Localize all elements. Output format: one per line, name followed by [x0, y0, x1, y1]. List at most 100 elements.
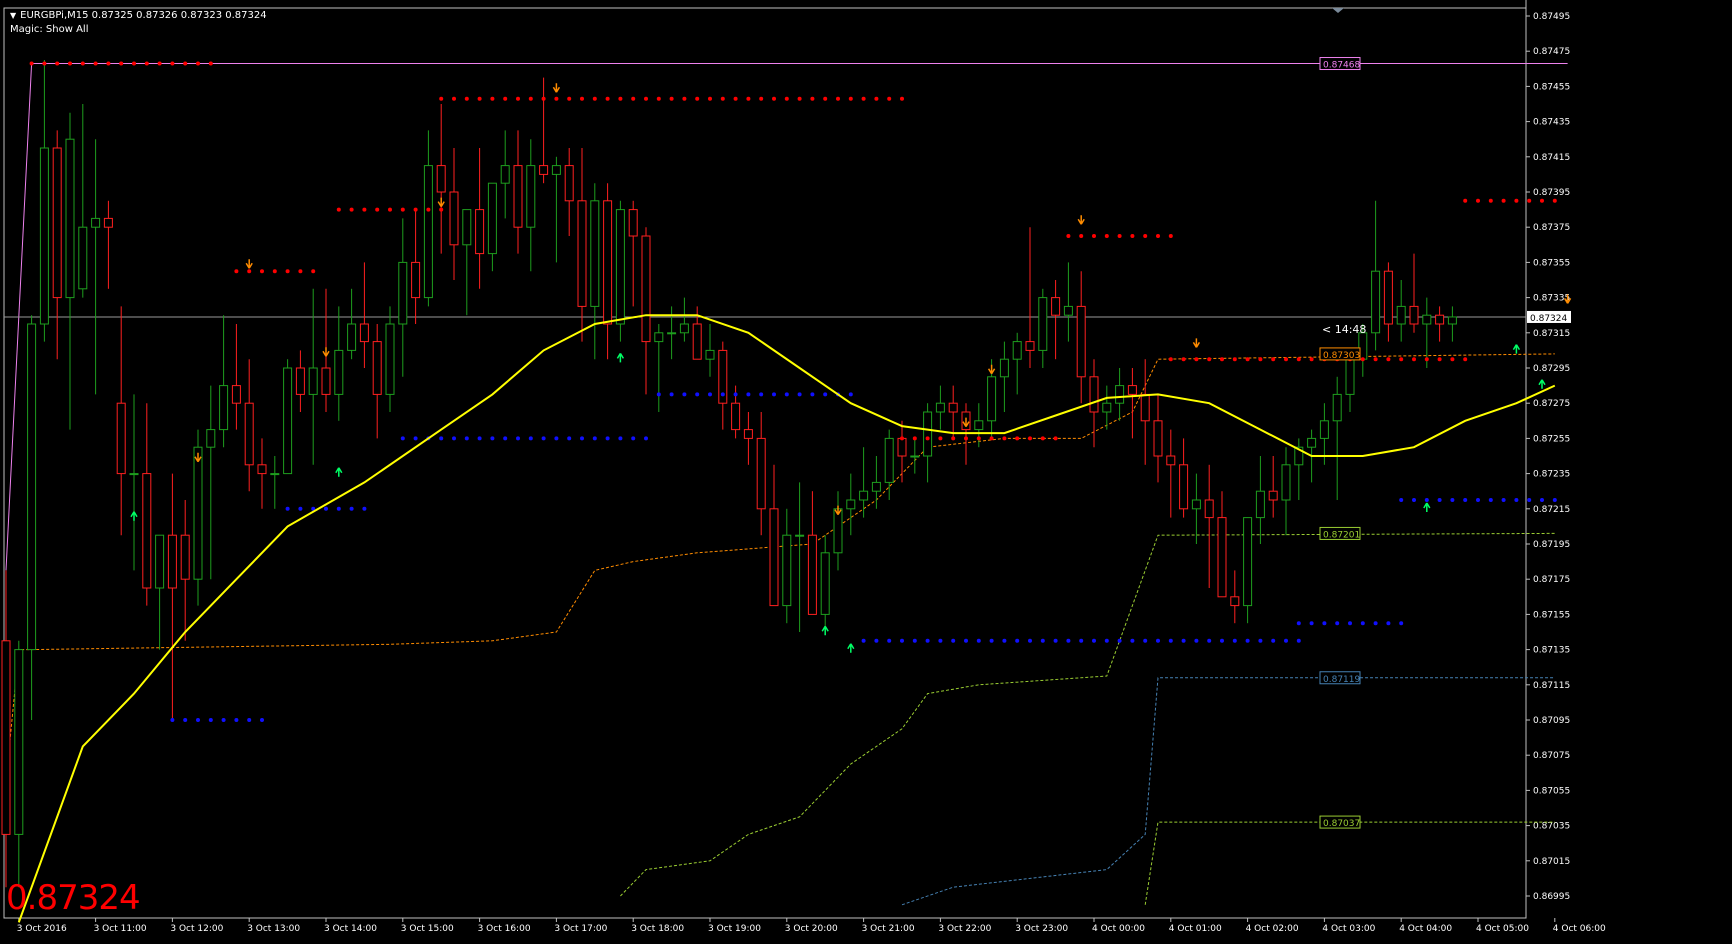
resistance-dot [1424, 357, 1429, 362]
symbol-header-text: EURGBPi,M15 0.87325 0.87326 0.87323 0.87… [20, 10, 267, 21]
blue-envelope-line [901, 677, 1555, 906]
resistance-dot [106, 61, 111, 66]
candle-body [500, 165, 510, 184]
resistance-dot [618, 96, 623, 101]
resistance-dot [1168, 234, 1173, 238]
resistance-dot [1245, 357, 1250, 362]
up-arrow-icon [821, 625, 829, 636]
support-dot [1424, 498, 1429, 502]
resistance-dot [1092, 234, 1096, 238]
resistance-dot [1501, 198, 1506, 203]
candle-body [244, 402, 254, 466]
bar-countdown: < 14:48 [1322, 323, 1367, 336]
level-label: 0.87201 [1323, 530, 1360, 540]
support-dot [1501, 498, 1506, 502]
candle-body [795, 534, 805, 537]
y-tick-label: 0.87395 [1533, 188, 1570, 198]
candle-body [1345, 358, 1355, 395]
candle-body [1025, 341, 1035, 351]
support-dot [260, 718, 264, 722]
resistance-dot [260, 269, 264, 274]
resistance-dot [1284, 357, 1288, 362]
support-dot [1514, 498, 1519, 502]
candle-body [1230, 596, 1240, 607]
candle-body [423, 165, 433, 299]
support-dot [938, 638, 943, 643]
x-tick-label: 3 Oct 19:00 [708, 924, 761, 934]
candle-body [436, 165, 446, 193]
candle-body [1422, 314, 1432, 325]
resistance-dot [1386, 357, 1391, 362]
resistance-dot [1463, 357, 1468, 362]
resistance-dot [874, 96, 879, 101]
candle-body [1371, 270, 1381, 334]
scroll-marker-icon [1332, 8, 1344, 13]
support-dot [592, 436, 597, 441]
candle-body [52, 147, 62, 299]
candle-body [411, 261, 421, 299]
resistance-dot [1552, 198, 1557, 203]
candle-body [897, 437, 907, 457]
support-dot [1476, 498, 1480, 502]
support-dot [452, 436, 456, 441]
support-dot [439, 436, 444, 441]
support-dot [1156, 638, 1160, 643]
candle-body [615, 209, 625, 325]
candle-body [910, 455, 920, 458]
support-dot [976, 638, 981, 643]
resistance-dot [452, 96, 456, 101]
candle-body [1217, 517, 1227, 598]
x-tick-label: 4 Oct 05:00 [1476, 924, 1529, 934]
up-arrow-icon [130, 511, 138, 521]
x-tick-label: 4 Oct 02:00 [1246, 924, 1299, 934]
candle-body [769, 508, 779, 607]
support-dot [1437, 498, 1442, 502]
support-dot [554, 436, 559, 441]
x-tick-label: 3 Oct 22:00 [938, 924, 991, 934]
resistance-dot [1002, 436, 1007, 441]
resistance-dot [951, 436, 956, 441]
support-dot [797, 392, 802, 397]
resistance-dot [656, 96, 661, 101]
resistance-dot [554, 96, 559, 101]
resistance-dot [644, 96, 648, 101]
candle-body [577, 200, 587, 307]
candle-body [526, 165, 536, 228]
candle-body [513, 165, 523, 228]
candle-body [283, 367, 293, 475]
candle-body [692, 323, 702, 360]
y-tick-label: 0.87235 [1533, 470, 1570, 480]
support-dot [1002, 638, 1007, 643]
candle-body [270, 473, 280, 476]
support-dot [669, 392, 674, 397]
support-dot [298, 506, 303, 511]
resistance-dot [516, 96, 520, 101]
resistance-dot [1258, 357, 1263, 362]
support-dot [1130, 638, 1135, 643]
y-tick-label: 0.87255 [1533, 434, 1570, 444]
x-tick-label: 4 Oct 03:00 [1322, 924, 1375, 934]
candle-body [1396, 305, 1406, 325]
resistance-dot [55, 61, 60, 66]
support-dot [1527, 498, 1532, 502]
support-dot [1168, 638, 1173, 643]
price-chart[interactable]: 0.87495 0.87475 0.87455 0.87435 0.87415 0.873… [0, 0, 1732, 944]
candle-body [590, 200, 600, 307]
support-dot [196, 718, 200, 722]
chart-window[interactable]: 0.87495 0.87475 0.87455 0.87435 0.87415 0.873… [0, 0, 1732, 944]
candle-body [846, 499, 856, 510]
candle-body [167, 534, 177, 589]
resistance-dot [400, 207, 405, 212]
candle-body [1127, 385, 1137, 395]
resistance-dot [1412, 357, 1416, 362]
dropdown-triangle-icon[interactable]: ▼ [10, 11, 16, 20]
resistance-dot [605, 96, 610, 101]
support-dot [1143, 638, 1148, 643]
resistance-dot [1476, 198, 1480, 203]
resistance-dot [80, 61, 85, 66]
support-dot [1245, 638, 1250, 643]
support-dot [1335, 621, 1340, 626]
symbol-header: ▼ EURGBPi,M15 0.87325 0.87326 0.87323 0.8… [10, 10, 267, 21]
support-dot [247, 718, 252, 722]
orange-envelope-line [5, 353, 1555, 782]
